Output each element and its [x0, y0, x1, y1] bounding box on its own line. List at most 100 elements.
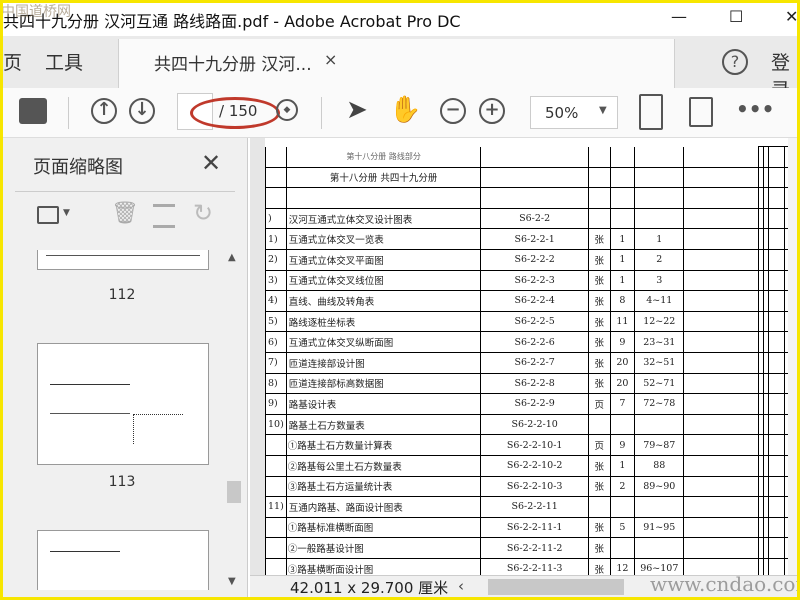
thumbnail-panel: 页面缩略图 ✕ ▼ 🗑 ↻ 112 113 ▲ ▼ [3, 138, 248, 597]
empty-cell [683, 331, 759, 353]
unit: 张 [587, 228, 611, 250]
unit: 张 [587, 557, 611, 575]
drawing-code: S6-2-2-2 [480, 248, 589, 271]
table-row: ③路基土石方运量统计表 S6-2-2-10-3 张 2 89~90 [265, 475, 795, 498]
thumbnail-page-112[interactable] [37, 250, 209, 270]
drawing-code: S6-2-2-1 [480, 228, 589, 250]
empty-cell [767, 516, 786, 539]
scrollbar-thumb[interactable] [227, 481, 241, 503]
sheet-count: 1 [609, 269, 636, 292]
unit: 张 [587, 372, 611, 395]
sheet-count [609, 413, 636, 436]
tab-home[interactable]: 页 [3, 48, 22, 75]
empty-cell [767, 331, 786, 353]
window-title: 共四十九分册 汉河互通 路线路面.pdf - Adobe Acrobat Pro… [3, 12, 461, 31]
sheet-count: 1 [609, 248, 636, 271]
chevron-down-icon: ▼ [599, 105, 607, 116]
pdf-page: 第十八分册 路线部分 第十八分册 共四十九分册 ) 汉河互通式立体交叉设计图表 S6… [265, 138, 795, 575]
item-name: 互通式立体交叉一览表 [285, 228, 482, 250]
next-page-icon[interactable]: ↓ [129, 98, 155, 124]
page-range [634, 537, 685, 559]
more-options-icon[interactable]: ••• [736, 97, 774, 121]
document-view[interactable]: 第十八分册 路线部分 第十八分册 共四十九分册 ) 汉河互通式立体交叉设计图表 S6… [250, 138, 797, 575]
drawing-code: S6-2-2-8 [480, 372, 589, 395]
table-row: 5) 路线逐桩坐标表 S6-2-2-5 张 11 12~22 [265, 310, 795, 333]
rotate-icon[interactable]: ↻ [193, 199, 213, 227]
page-range: 4~11 [634, 290, 685, 312]
empty-cell [683, 248, 759, 271]
full-screen-icon[interactable] [689, 97, 713, 127]
sheet-count [609, 207, 636, 230]
unit: 张 [587, 248, 611, 271]
empty-cell [683, 372, 759, 395]
table-row: 4) 直线、曲线及转角表 S6-2-2-4 张 8 4~11 [265, 290, 795, 312]
empty-cell [767, 228, 786, 250]
row-number [265, 516, 287, 539]
status-bar: 42.011 x 29.700 厘米 ‹ www.cndao.com [250, 572, 797, 597]
zoom-select[interactable]: 50% ▼ [530, 96, 618, 129]
close-panel-icon[interactable]: ✕ [201, 149, 221, 177]
separator [68, 97, 69, 129]
page-range: 12~22 [634, 310, 685, 333]
zoom-in-icon[interactable]: + [479, 98, 505, 124]
unit: 张 [587, 516, 611, 539]
empty-cell [683, 516, 759, 539]
page-stepper-icon[interactable]: ◆ [276, 99, 298, 121]
thumbnail-scrollbar[interactable]: ▲ ▼ [225, 250, 243, 590]
maximize-button[interactable]: ☐ [729, 7, 743, 26]
empty-cell [767, 393, 786, 415]
thumbnail-page-114[interactable] [37, 530, 209, 590]
tab-document[interactable]: 共四十九分册 汉河... × [118, 39, 675, 88]
scroll-left-icon[interactable]: ‹ [458, 577, 464, 595]
sheet-count: 9 [609, 331, 636, 353]
page-range: 23~31 [634, 331, 685, 353]
item-name: ②一般路基设计图 [285, 537, 482, 559]
horizontal-scrollbar-thumb[interactable] [488, 579, 624, 595]
drawing-code: S6-2-2-5 [480, 310, 589, 333]
table-row: 6) 互通式立体交叉纵断面图 S6-2-2-6 张 9 23~31 [265, 331, 795, 353]
previous-page-icon[interactable]: ↑ [91, 98, 117, 124]
hand-tool-icon[interactable]: ✋ [389, 95, 421, 125]
row-number: 3) [265, 269, 287, 292]
select-cursor-icon[interactable]: ➤ [346, 95, 368, 125]
unit: 张 [587, 537, 611, 559]
zoom-value: 50% [545, 104, 579, 122]
sheet-count [609, 537, 636, 559]
minimize-button[interactable]: — [671, 7, 687, 26]
empty-cell [767, 413, 786, 436]
annotation-oval [190, 97, 280, 129]
page-range: 52~71 [634, 372, 685, 395]
row-number: 6) [265, 331, 287, 353]
thumbnail-list: 112 113 [21, 250, 223, 590]
options-menu-icon[interactable] [37, 206, 59, 224]
tab-tools[interactable]: 工具 [45, 48, 83, 75]
thumbnail-label: 112 [108, 287, 136, 303]
fit-width-icon[interactable] [639, 94, 663, 130]
empty-cell [683, 393, 759, 415]
table-row: 8) 匝道连接部标高数据图 S6-2-2-8 张 20 52~71 [265, 372, 795, 395]
close-window-button[interactable]: ✕ [785, 7, 797, 26]
empty-cell [683, 537, 759, 559]
row-number: 1) [265, 228, 287, 250]
print-icon[interactable] [19, 98, 47, 124]
sheet-count: 20 [609, 351, 636, 374]
page-range: 89~90 [634, 475, 685, 498]
thumbnail-page-113[interactable] [37, 343, 209, 465]
watermark-logo: 中国道桥网 [3, 4, 71, 20]
thumbnail-label: 113 [108, 474, 136, 490]
tab-close-button[interactable]: × [324, 50, 337, 69]
sheet-count: 11 [609, 310, 636, 333]
unit [587, 207, 611, 230]
empty-cell [683, 351, 759, 374]
drawing-code: S6-2-2-11 [480, 496, 589, 518]
vertical-scrollbar[interactable] [788, 138, 797, 575]
insert-pages-icon[interactable] [153, 204, 175, 228]
drawing-code: S6-2-2-10-3 [480, 475, 589, 498]
empty-cell [683, 228, 759, 250]
help-icon[interactable]: ? [722, 49, 748, 75]
empty-cell [767, 269, 786, 292]
table-row: ①路基土石方数量计算表 S6-2-2-10-1 页 9 79~87 [265, 434, 795, 456]
row-number: 10) [265, 413, 287, 436]
zoom-out-icon[interactable]: − [440, 98, 466, 124]
delete-icon[interactable]: 🗑 [111, 201, 139, 226]
